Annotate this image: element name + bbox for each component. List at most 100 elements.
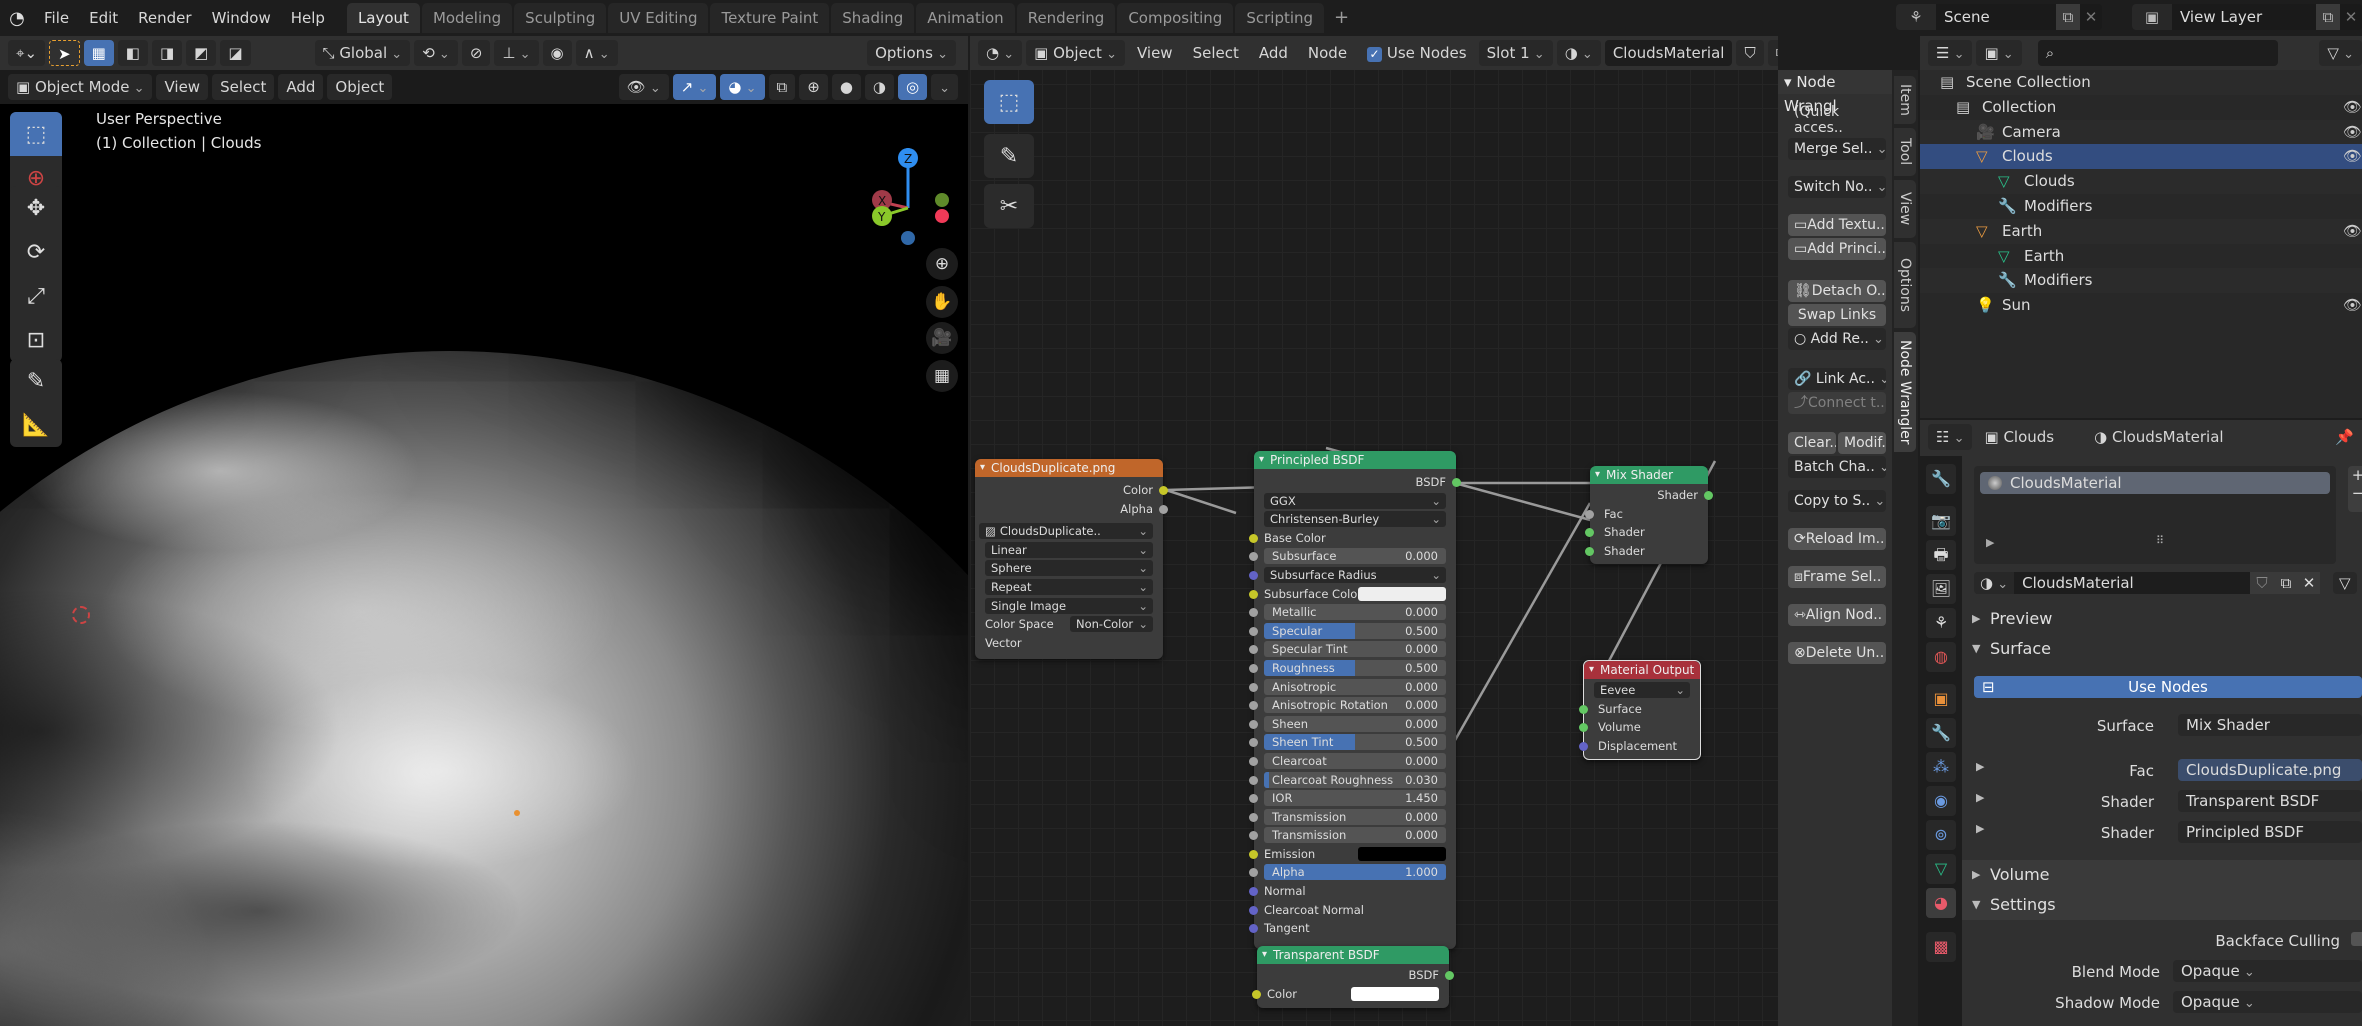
input-socket[interactable] (1249, 608, 1258, 618)
socket-displacement[interactable] (1579, 741, 1588, 751)
display-mode-dropdown[interactable]: ▣ (1976, 40, 2022, 66)
render-tab-icon[interactable]: 📷 (1926, 506, 1956, 536)
socket-surface[interactable] (1579, 704, 1588, 714)
input-socket[interactable] (1249, 738, 1258, 748)
socket-shader-out[interactable] (1704, 491, 1713, 500)
new-scene-icon[interactable]: ⧉ (2056, 4, 2080, 30)
copy-to-selected-dropdown[interactable]: Copy to S.. (1788, 490, 1886, 512)
add-principled-setup-button[interactable]: ▭Add Princi.. (1788, 238, 1886, 260)
camera-view-icon[interactable]: 🎥 (926, 322, 958, 354)
value-slider[interactable]: Transmission 0.000 (1264, 808, 1446, 825)
shader1-field[interactable]: Transparent BSDF (2178, 790, 2362, 812)
outliner-item[interactable]: ▤ Scene Collection (1920, 70, 2362, 95)
menu-help[interactable]: Help (281, 0, 335, 36)
value-slider[interactable]: Transmission Roughness 0.000 (1264, 827, 1446, 844)
menu-add[interactable]: Add (278, 74, 324, 100)
editor-type-button[interactable]: ⌖⌄ (8, 40, 46, 66)
tab-compositing[interactable]: Compositing (1117, 3, 1234, 33)
visibility-eye-icon[interactable]: 👁 (2343, 293, 2362, 318)
input-socket[interactable] (1249, 682, 1258, 692)
select-mode-extend-icon[interactable]: ◧ (117, 40, 148, 66)
input-socket[interactable] (1249, 570, 1258, 580)
tab-node-wrangler[interactable]: Node Wrangler (1894, 332, 1916, 452)
tab-sculpting[interactable]: Sculpting (514, 3, 607, 33)
outliner-item[interactable]: ▽ Earth (1920, 244, 2362, 269)
input-socket[interactable] (1249, 552, 1258, 562)
value-slider[interactable]: Sheen 0.000 (1264, 715, 1446, 732)
properties-editor[interactable]: ☷ ▣ Clouds ◑ CloudsMaterial 📌 🔧 📷 🖶 🖼 ⚘ … (1920, 420, 2362, 1026)
color-swatch[interactable] (1358, 586, 1446, 601)
unlink-material-icon[interactable]: ✕ (2298, 572, 2320, 594)
material-tab-icon[interactable]: ◕ (1926, 888, 1956, 918)
select-box-tool[interactable]: ⬚ (10, 112, 62, 156)
value-slider[interactable]: Anisotropic 0.000 (1264, 678, 1446, 695)
pan-hand-icon[interactable]: ✋ (926, 286, 958, 318)
move-tool[interactable]: ✥ (10, 186, 62, 230)
blend-mode-dropdown[interactable]: Opaque (2173, 960, 2362, 982)
rotate-tool[interactable]: ⟳ (10, 230, 62, 274)
annotate-tool[interactable]: ✎ (10, 359, 62, 403)
outliner-item[interactable]: 🎥 Camera 👁 (1920, 119, 2362, 145)
input-socket[interactable] (1249, 756, 1258, 766)
outliner-item[interactable]: ▽ Clouds 👁 (1920, 144, 2362, 170)
node-editor[interactable]: ◔ ▣ Object View Select Add Node ✓ Use No… (970, 36, 1778, 1026)
socket-color[interactable] (1159, 486, 1168, 495)
shading-wireframe[interactable]: ⊕ (799, 74, 828, 100)
input-socket[interactable] (1249, 794, 1258, 804)
detach-outputs-button[interactable]: ⛓Detach O.. (1788, 280, 1886, 302)
section-settings[interactable]: ▼ Settings (1962, 890, 2362, 920)
overlay-toggle[interactable]: ◕ (720, 74, 765, 100)
tab-rendering[interactable]: Rendering (1016, 3, 1116, 33)
measure-tool[interactable]: 📐 (10, 403, 62, 447)
modify-labels-button[interactable]: Modif.. (1838, 432, 1886, 454)
outliner-item[interactable]: 💡 Sun 👁 (1920, 293, 2362, 318)
material-output-node[interactable]: Material Output Eevee Surface Volume Dis… (1579, 660, 1701, 760)
outliner-search-input[interactable]: ⌕ (2037, 40, 2278, 66)
object-tab-icon[interactable]: ▣ (1926, 684, 1956, 714)
extension-dropdown[interactable]: Repeat (985, 578, 1153, 595)
image-texture-node[interactable]: CloudsDuplicate.png Color Alpha ▨CloudsD… (975, 459, 1168, 659)
subsurface-method-dropdown[interactable]: Christensen-Burley (1264, 511, 1446, 528)
section-preview[interactable]: ▶ Preview (1962, 604, 2362, 634)
frame-selected-button[interactable]: ⧈Frame Sel.. (1788, 566, 1886, 588)
node-title[interactable]: Transparent BSDF (1257, 946, 1449, 964)
fac-field[interactable]: CloudsDuplicate.png (2178, 759, 2362, 781)
material-slot-list[interactable]: CloudsMaterial ▶ ⠿ (1974, 466, 2336, 564)
input-socket[interactable] (1249, 924, 1258, 934)
projection-dropdown[interactable]: Sphere (985, 560, 1153, 577)
expand-fac-icon[interactable]: ▶ (1976, 760, 1984, 773)
color-space-dropdown[interactable]: Non-Color (1070, 616, 1153, 633)
physics-tab-icon[interactable]: ◉ (1926, 786, 1956, 816)
distribution-dropdown[interactable]: GGX (1264, 492, 1446, 509)
reload-images-button[interactable]: ⟳Reload Im.. (1788, 528, 1886, 550)
principled-bsdf-node[interactable]: Principled BSDF BSDF GGX Christensen-Bur… (1249, 451, 1461, 949)
render-target-dropdown[interactable]: Eevee (1594, 682, 1690, 698)
section-volume[interactable]: ▶ Volume (1962, 860, 2362, 890)
node-title[interactable]: Material Output (1584, 661, 1700, 679)
menu-view[interactable]: View (156, 74, 209, 100)
value-slider[interactable]: Clearcoat 0.000 (1264, 752, 1446, 769)
menu-render[interactable]: Render (128, 0, 201, 36)
batch-change-dropdown[interactable]: Batch Cha.. (1788, 456, 1886, 478)
value-slider[interactable]: IOR 1.450 (1264, 790, 1446, 807)
select-mode-subtract-icon[interactable]: ◨ (151, 40, 183, 66)
menu-window[interactable]: Window (202, 0, 281, 36)
add-texture-setup-button[interactable]: ▭Add Textu.. (1788, 214, 1886, 236)
duplicate-material-icon[interactable]: ⧉ (2274, 572, 2298, 594)
shading-options-dropdown[interactable] (931, 74, 958, 100)
subsurface-radius-dropdown[interactable]: Subsurface Radius (1264, 566, 1446, 583)
scene-selector[interactable]: ⚘ Scene ⧉ ✕ (1896, 4, 2102, 30)
gizmo-neg-x[interactable] (935, 209, 949, 223)
slot-add-remove-buttons[interactable]: + − (2348, 466, 2362, 512)
transparent-bsdf-node[interactable]: Transparent BSDF BSDF Color (1252, 946, 1454, 1008)
snap-toggle[interactable]: ⊘ (461, 40, 491, 66)
new-view-layer-icon[interactable]: ⧉ (2316, 4, 2340, 30)
source-dropdown[interactable]: Single Image (985, 597, 1153, 614)
editor-type-button[interactable]: ☷ (1928, 424, 1973, 450)
select-tool-icon[interactable]: ➤ (49, 40, 80, 66)
link-data-dropdown[interactable]: ▽ (2333, 572, 2357, 594)
input-socket[interactable] (1249, 868, 1258, 878)
breadcrumb-material[interactable]: ◑ CloudsMaterial (2086, 424, 2231, 450)
shading-rendered[interactable]: ◎ (898, 74, 928, 100)
texture-tab-icon[interactable]: ▩ (1926, 932, 1956, 962)
